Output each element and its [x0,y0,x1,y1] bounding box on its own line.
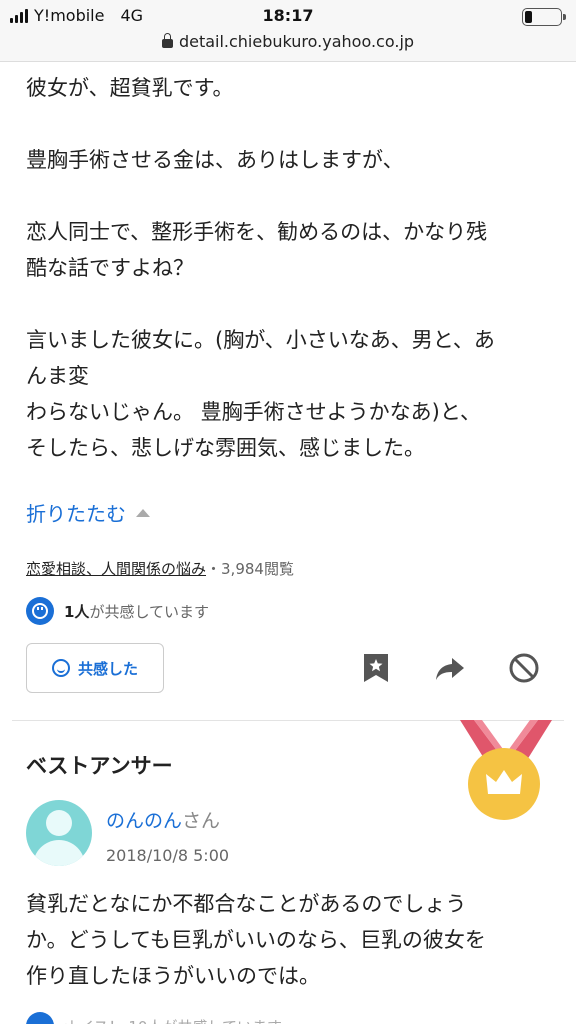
answer-line: か。どうしても巨乳がいいのなら、巨乳の彼女を [26,928,486,952]
answer-line: 作り直したほうがいいのでは。 [26,964,320,988]
question-line: 彼女が、超貧乳です。 [26,76,234,100]
answer-line: 貧乳だとなにか不都合なことがあるのでしょう [26,892,467,916]
avatar[interactable] [26,800,92,866]
question-line: 恋人同士で、整形手術を、勧めるのは、かなり残 [26,220,488,244]
smile-outline-icon [51,659,70,677]
user-suffix: さん [182,810,221,832]
best-answer-heading: ベストアンサー [26,754,173,778]
answer-user[interactable]: のんのんさん [106,806,220,833]
question-gap [26,178,556,214]
question-gap [26,286,556,322]
category-link[interactable]: 恋愛相談、人間関係の悩み [26,560,206,578]
question-line: 言いました彼女に。(胸が、小さいなあ、男と、あ [26,328,495,352]
question-body: 彼女が、超貧乳です。豊胸手術させる金は、ありはしますが、恋人同士で、整形手術を、… [26,70,556,466]
fold-button[interactable]: 折りたたむ [26,498,150,527]
share-icon[interactable] [432,650,468,686]
empathy-button-label: 共感した [77,659,138,678]
battery-fill [525,11,532,23]
address-bar[interactable]: detail.chiebukuro.yahoo.co.jp [0,32,576,51]
question-line: わらないじゃん。 豊胸手術させようかなあ)と、 [26,400,482,424]
lock-icon [161,33,173,48]
question-line: そしたら、悲しげな雰囲気、感じました。 [26,436,425,460]
empathy-count: 1人 [64,602,90,621]
bookmark-icon[interactable] [358,650,394,686]
question-line: 酷な話ですよね？ [26,256,194,280]
battery-icon [522,8,566,26]
fold-label: 折りたたむ [26,502,126,526]
empathy-summary: 1人が共感しています [26,597,209,625]
block-icon[interactable] [506,650,542,686]
user-name[interactable]: のんのん [106,810,182,832]
empathy-button[interactable]: 共感した [26,643,164,693]
question-line: んま変 [26,364,89,388]
clock: 18:17 [262,6,314,25]
view-count: ・3,984閲覧 [206,560,294,578]
next-row-partial: ナイス！ 10人が共感しています [64,1016,282,1024]
browser-chrome: Y!mobile 4G 18:17 detail.chiebukuro.yaho… [0,0,576,62]
empathy-text: が共感しています [89,602,209,621]
status-bar: Y!mobile 4G 18:17 [0,6,576,28]
best-answer-medal-icon [460,720,552,820]
question-gap [26,106,556,142]
answer-body: 貧乳だとなにか不都合なことがあるのでしょう か。どうしても巨乳がいいのなら、巨乳の… [26,886,556,994]
answer-date: 2018/10/8 5:00 [106,846,230,865]
chevron-up-icon [136,508,150,517]
smile-icon [26,597,54,625]
smile-icon [26,1012,54,1024]
question-meta: 恋愛相談、人間関係の悩み・3,984閲覧 [26,558,294,579]
question-line: 豊胸手術させる金は、ありはしますが、 [26,148,404,172]
url-text: detail.chiebukuro.yahoo.co.jp [178,32,415,51]
